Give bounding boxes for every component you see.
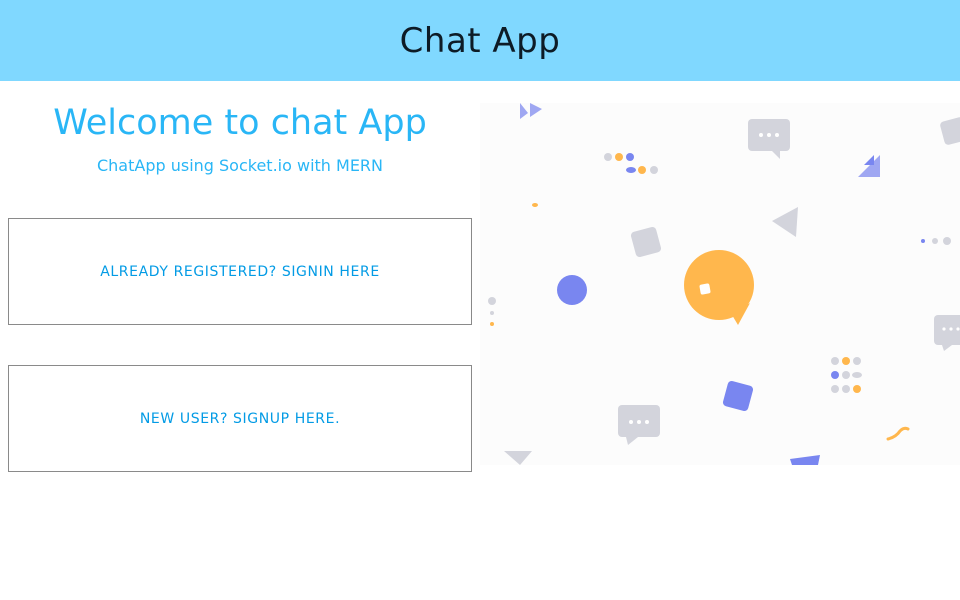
welcome-heading: Welcome to chat App xyxy=(53,103,427,143)
signin-button-label: ALREADY REGISTERED? SIGNIN HERE xyxy=(100,263,380,280)
welcome-subheading: ChatApp using Socket.io with MERN xyxy=(96,156,384,175)
chat-bubble-icon xyxy=(934,315,960,351)
yellow-chat-bubble-icon xyxy=(684,250,754,325)
chat-illustration-graphic xyxy=(488,103,960,465)
chat-bubble-icon xyxy=(748,119,790,159)
signup-button[interactable]: NEW USER? SIGNUP HERE. xyxy=(8,365,472,472)
chat-bubble-icon xyxy=(618,405,660,445)
signin-button[interactable]: ALREADY REGISTERED? SIGNIN HERE xyxy=(8,218,472,325)
app-header: Chat App xyxy=(0,0,960,81)
app-title: Chat App xyxy=(399,20,561,61)
chat-illustration xyxy=(480,103,960,465)
signup-button-label: NEW USER? SIGNUP HERE. xyxy=(139,410,341,427)
